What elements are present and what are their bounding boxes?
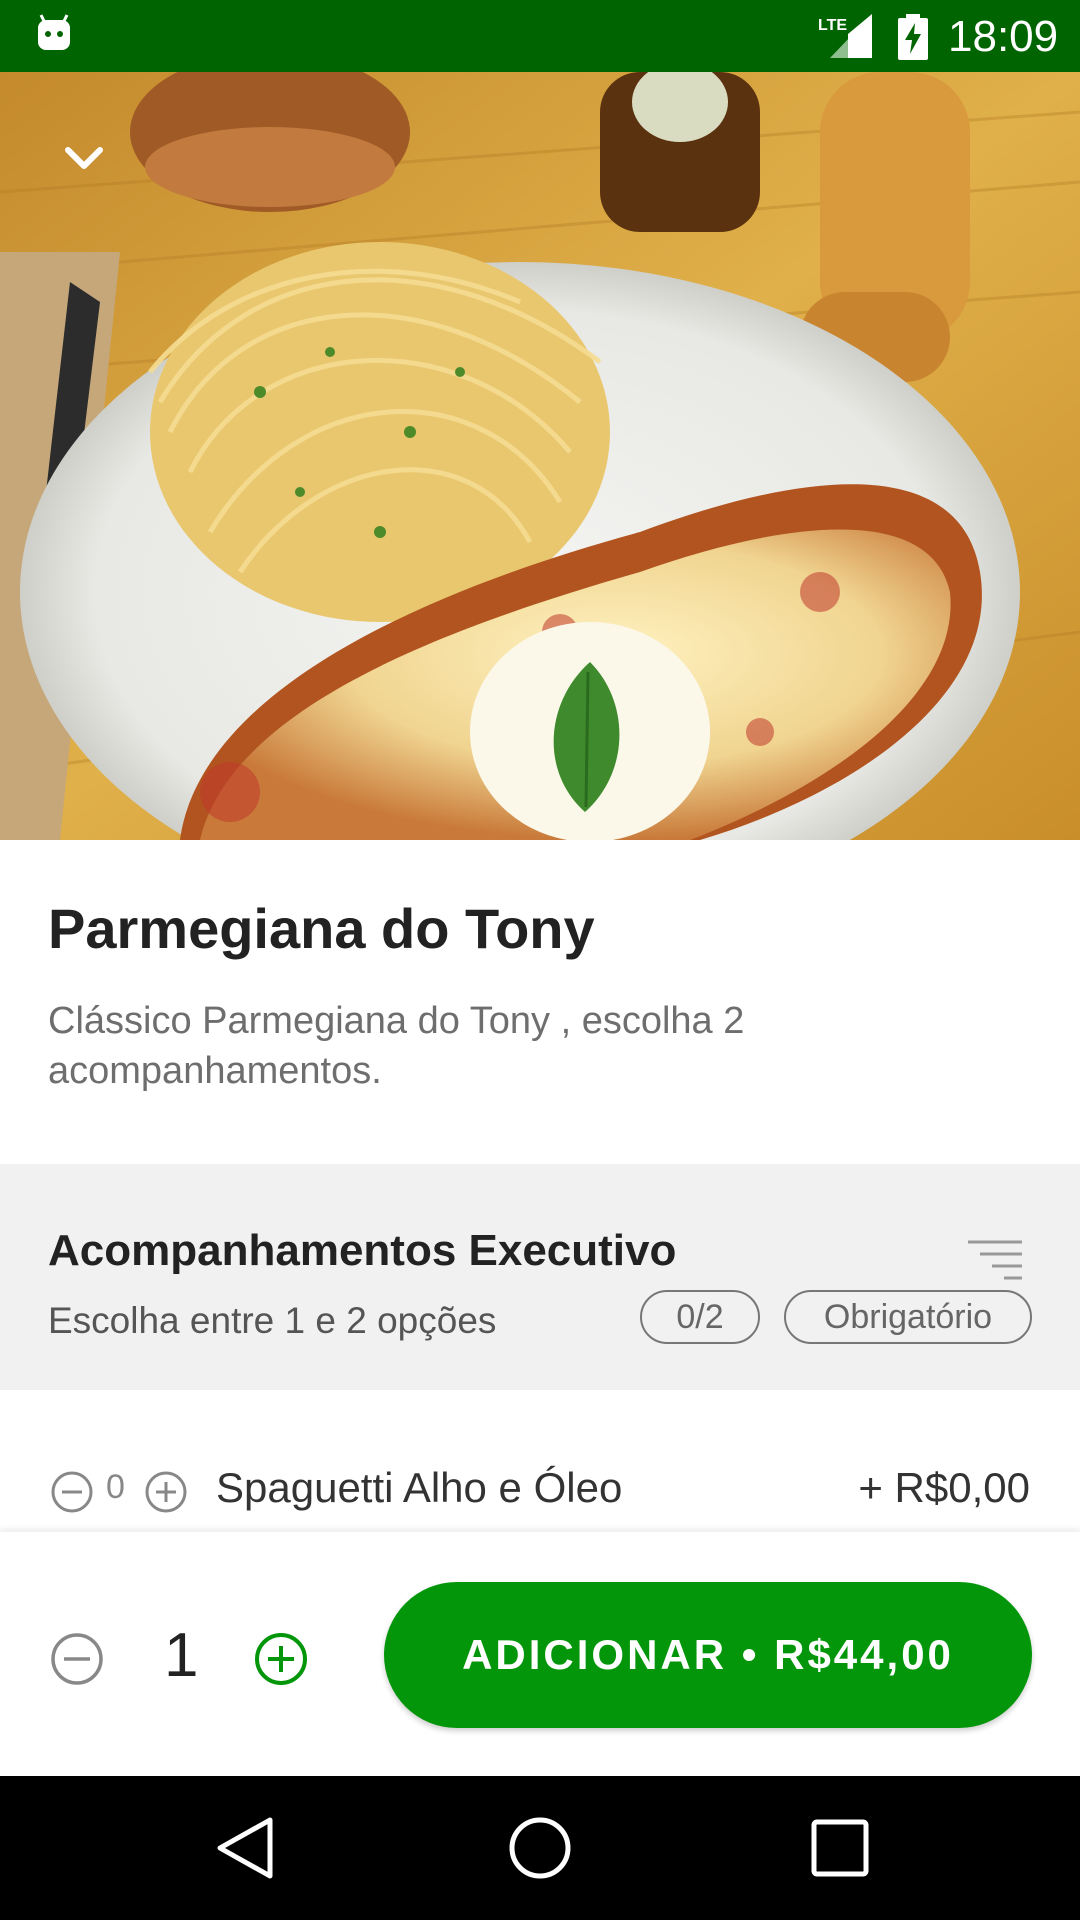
required-badge: Obrigatório: [784, 1290, 1032, 1344]
back-icon[interactable]: [210, 1812, 280, 1884]
option-group-header: Acompanhamentos Executivo Escolha entre …: [0, 1164, 1080, 1390]
option-name: Spaguetti Alho e Óleo: [216, 1464, 623, 1511]
order-bar: 1 ADICIONAR • R$44,00: [0, 1532, 1080, 1776]
order-quantity: 1: [164, 1621, 199, 1690]
sort-lines-icon: [968, 1240, 1022, 1280]
chevron-down-icon[interactable]: [56, 130, 112, 186]
product-title: Parmegiana do Tony: [48, 897, 595, 960]
quantity-increase-button[interactable]: [254, 1632, 308, 1686]
recents-icon[interactable]: [806, 1812, 874, 1884]
quantity-decrease-button[interactable]: [50, 1632, 104, 1686]
android-app-icon: [38, 14, 70, 50]
product-image: [0, 72, 1080, 840]
option-increase-button[interactable]: [144, 1470, 188, 1514]
option-group-subtitle: Escolha entre 1 e 2 opções: [48, 1300, 497, 1341]
option-row: 0 Spaguetti Alho e Óleo + R$0,00: [0, 1440, 1080, 1540]
home-icon[interactable]: [504, 1812, 576, 1884]
option-decrease-button[interactable]: [50, 1470, 94, 1514]
product-description: Clássico Parmegiana do Tony , escolha 2 …: [48, 1000, 745, 1092]
status-time: 18:09: [948, 12, 1059, 61]
battery-charging-icon: [898, 14, 928, 60]
option-price: + R$0,00: [858, 1464, 1030, 1511]
add-to-cart-button[interactable]: ADICIONAR • R$44,00: [384, 1582, 1032, 1728]
option-quantity: 0: [106, 1468, 125, 1506]
option-group-title: Acompanhamentos Executivo: [48, 1226, 677, 1275]
lte-label: LTE: [818, 17, 847, 34]
lte-signal-icon: LTE: [818, 14, 872, 58]
food-photo: [0, 72, 1080, 840]
system-nav-bar: [0, 1776, 1080, 1920]
status-bar: LTE 18:09: [0, 0, 1080, 72]
selection-count-badge: 0/2: [640, 1290, 760, 1344]
